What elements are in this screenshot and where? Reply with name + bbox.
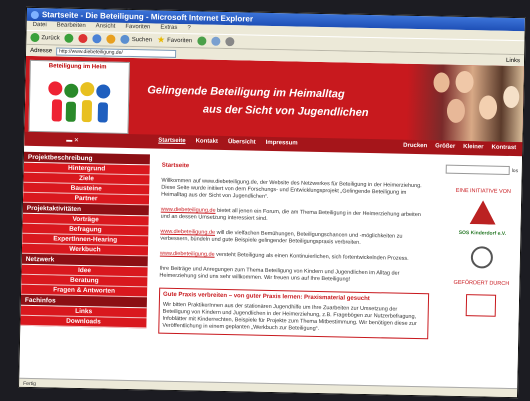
search-input[interactable] [445, 164, 510, 175]
site-link[interactable]: www.diebeteiligung.de [161, 207, 216, 214]
sidebar-item-downloads[interactable]: Downloads [20, 315, 147, 329]
language-flags-icon[interactable]: ▬ ✕ [66, 137, 79, 144]
intro-paragraph: Willkommen auf www.diebeteiligung.de, de… [161, 177, 422, 200]
back-button[interactable]: Zurück [30, 32, 60, 43]
practice-box: Gute Praxis verbreiten – von guter Praxi… [158, 287, 430, 340]
photo-face [433, 72, 450, 93]
nav-uebersicht[interactable]: Übersicht [228, 139, 256, 146]
photo-face [478, 95, 498, 120]
menu-favoriten[interactable]: Favoriten [125, 24, 150, 31]
menu-help[interactable]: ? [187, 25, 190, 31]
nav-drucken[interactable]: Drucken [403, 143, 427, 150]
address-label: Adresse [30, 47, 53, 54]
site-link[interactable]: www.diebeteiligung.de [160, 251, 215, 258]
process-paragraph: www.diebeteiligung.de versteht Beteiligu… [160, 251, 430, 264]
nav-kontrast[interactable]: Kontrast [491, 145, 516, 152]
site-header: Beteiligung im Heim Gelingende Beteiligu… [24, 55, 526, 157]
site-link[interactable]: www.diebeteiligung.de [160, 229, 215, 236]
practice-box-text: Wir bitten PraktikerInnen aus der statio… [162, 301, 417, 333]
back-icon [30, 32, 40, 43]
process-text: versteht Beteiligung als einen Kontinuie… [214, 251, 409, 262]
logo-figure [64, 83, 79, 98]
favorites-button[interactable]: ★ Favoriten [157, 35, 192, 47]
photo-frame: Startseite - Die Beteiligung - Microsoft… [0, 0, 530, 401]
sos-logo-text[interactable]: SOS Kinderdorf e.V. [442, 230, 522, 238]
web-page: Beteiligung im Heim Gelingende Beteiligu… [19, 55, 526, 389]
nav-kleiner[interactable]: Kleiner [463, 144, 483, 150]
forum-paragraph: www.diebeteiligung.de bietet all jenen e… [161, 207, 431, 227]
goals-paragraph: www.diebeteiligung.de will die vielfache… [160, 229, 430, 249]
logo-figure [81, 100, 93, 123]
search-icon [120, 34, 130, 44]
history-icon[interactable] [197, 36, 207, 46]
home-icon[interactable] [106, 34, 116, 44]
sidebar: Projektbeschreibung Hintergrund Ziele Ba… [19, 151, 150, 385]
logo-figure [65, 101, 77, 122]
star-icon: ★ [156, 34, 166, 45]
search-button[interactable]: Suchen [120, 34, 153, 45]
photo-face [455, 70, 474, 94]
menu-ansicht[interactable]: Ansicht [96, 23, 116, 29]
mail-icon[interactable] [211, 36, 221, 46]
refresh-icon[interactable] [92, 34, 102, 44]
page-title: Startseite [161, 162, 190, 170]
nav-kontakt[interactable]: Kontakt [196, 138, 218, 144]
photo-face [446, 98, 466, 124]
browser-window: Startseite - Die Beteiligung - Microsoft… [18, 6, 526, 399]
menu-bearbeiten[interactable]: Bearbeiten [57, 22, 86, 29]
slogan-line-2: aus der Sicht von Jugendlichen [202, 103, 369, 120]
nav-groesser[interactable]: Größer [435, 143, 455, 149]
logo-figure [51, 99, 63, 122]
logo-figure [96, 84, 111, 99]
invite-paragraph: Ihre Beiträge und Anregungen zum Thema B… [159, 265, 400, 283]
nav-startseite[interactable]: Startseite [158, 138, 185, 145]
main-content: Startseite Willkommen auf www.diebeteili… [158, 163, 432, 340]
menu-extras[interactable]: Extras [160, 25, 177, 31]
forward-icon[interactable] [64, 33, 74, 43]
logo-figure [97, 102, 109, 123]
links-label[interactable]: Links [506, 57, 520, 63]
print-icon[interactable] [225, 36, 235, 47]
supported-by-heading: GEFÖRDERT DURCH [453, 279, 510, 287]
site-logo[interactable]: Beteiligung im Heim [28, 59, 130, 134]
logo-figure [80, 81, 95, 97]
initiative-heading: EINE INITIATIVE VON [455, 187, 511, 195]
logo-text: Beteiligung im Heim [48, 63, 107, 71]
nav-impressum[interactable]: Impressum [266, 140, 298, 147]
photo-face [503, 85, 520, 109]
ie-icon [30, 10, 39, 19]
header-photo [406, 63, 526, 143]
go-button[interactable]: los [512, 168, 519, 174]
logo-figure [48, 81, 63, 96]
stop-icon[interactable] [78, 33, 88, 44]
university-seal-icon[interactable] [470, 246, 494, 269]
slogan-line-1: Gelingende Beteiligung im Heimalltag [147, 84, 345, 101]
right-column: los EINE INITIATIVE VON SOS Kinderdorf e… [439, 164, 524, 389]
partner-logo[interactable] [470, 200, 496, 225]
sponsor-logo[interactable] [465, 294, 497, 317]
menu-datei[interactable]: Datei [33, 22, 47, 28]
